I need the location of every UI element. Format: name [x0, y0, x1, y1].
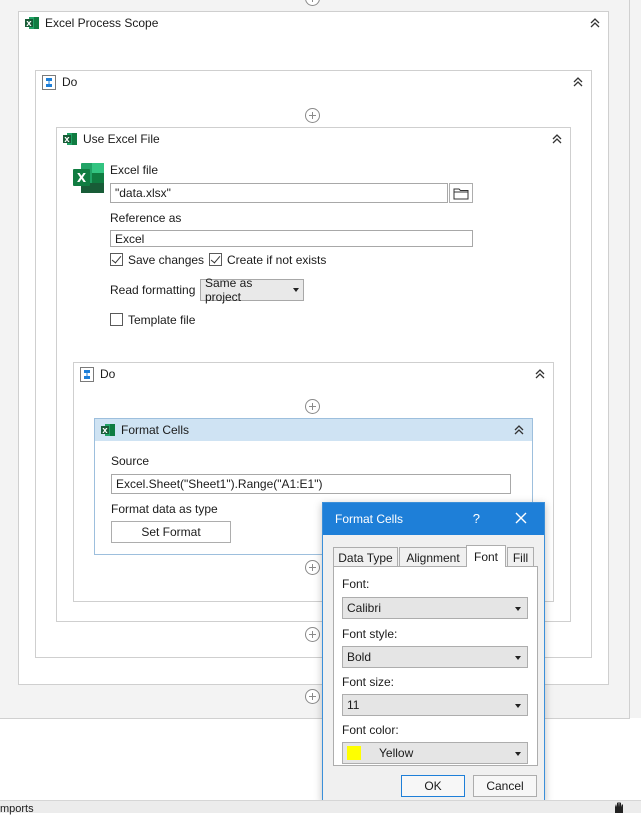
dialog-title-bar[interactable]: Format Cells [323, 503, 544, 535]
collapse-scope-icon[interactable] [588, 16, 602, 30]
excel-file-input[interactable]: "data.xlsx" [110, 183, 448, 203]
folder-icon [453, 188, 469, 199]
use-excel-file-header[interactable]: X Use Excel File [57, 128, 570, 150]
add-activity-icon[interactable] [305, 560, 320, 575]
format-cells-title: Format Cells [121, 423, 190, 437]
font-size-value: 11 [347, 698, 360, 712]
font-dropdown[interactable]: Calibri [342, 597, 528, 619]
font-style-label: Font style: [342, 627, 398, 641]
font-color-value: Yellow [379, 746, 414, 760]
reference-as-input[interactable]: Excel [110, 230, 473, 247]
font-color-label: Font color: [342, 723, 399, 737]
svg-text:X: X [64, 136, 70, 144]
cancel-button[interactable]: Cancel [473, 775, 537, 797]
save-changes-checkbox[interactable] [110, 253, 123, 266]
help-button[interactable]: ? [473, 511, 480, 526]
do-outer-title: Do [62, 75, 78, 89]
sequence-icon [80, 366, 94, 382]
font-size-label: Font size: [342, 675, 395, 689]
tab-alignment[interactable]: Alignment [399, 547, 467, 567]
hand-pan-icon[interactable] [612, 801, 626, 813]
svg-text:X: X [26, 20, 32, 28]
chevron-down-icon [515, 752, 521, 756]
excel-icon: X [25, 17, 39, 29]
browse-file-button[interactable] [449, 183, 473, 203]
excel-icon: X [101, 424, 115, 436]
add-activity-icon[interactable] [305, 689, 320, 704]
bottom-bar: mports [0, 800, 641, 815]
set-format-button[interactable]: Set Format [111, 521, 231, 543]
close-icon[interactable] [514, 511, 528, 525]
do-inner-title: Do [100, 367, 116, 381]
collapse-format-cells-icon[interactable] [512, 423, 526, 437]
do-outer-header[interactable]: Do [36, 71, 591, 93]
chevron-down-icon [515, 656, 521, 660]
add-activity-icon[interactable] [305, 399, 320, 414]
font-label: Font: [342, 577, 370, 591]
collapse-use-excel-icon[interactable] [550, 132, 564, 146]
tab-data-type[interactable]: Data Type [333, 547, 398, 567]
font-style-value: Bold [347, 650, 372, 664]
excel-icon: X [63, 133, 77, 145]
tab-font[interactable]: Font [466, 545, 506, 567]
reference-as-label: Reference as [110, 211, 182, 225]
font-value: Calibri [347, 601, 382, 615]
canvas-right-edge [629, 0, 630, 719]
excel-file-label: Excel file [110, 163, 159, 177]
use-excel-file-title: Use Excel File [83, 132, 160, 146]
dialog-title: Format Cells [335, 512, 404, 526]
imports-tab[interactable]: mports [0, 803, 34, 815]
font-color-dropdown[interactable]: Yellow [342, 742, 528, 764]
excel-process-scope-header[interactable]: X Excel Process Scope [19, 12, 608, 34]
font-tab-panel: Font: Calibri Font style: Bold Font size… [333, 566, 538, 766]
excel-large-icon: X [73, 163, 104, 193]
chevron-down-icon [515, 704, 521, 708]
color-swatch [347, 746, 361, 760]
font-size-dropdown[interactable]: 11 [342, 694, 528, 716]
ok-button[interactable]: OK [401, 775, 465, 797]
template-file-checkbox[interactable] [110, 313, 123, 326]
add-activity-icon[interactable] [305, 108, 320, 123]
do-inner-header[interactable]: Do [74, 363, 553, 385]
svg-text:X: X [77, 171, 87, 185]
format-cells-dialog[interactable]: Format Cells ? Data Type Alignment Font … [322, 502, 545, 802]
source-label: Source [111, 454, 150, 468]
collapse-do-inner-icon[interactable] [533, 367, 547, 381]
font-style-dropdown[interactable]: Bold [342, 646, 528, 668]
save-changes-label: Save changes [128, 253, 205, 267]
create-if-not-exists-label: Create if not exists [227, 253, 327, 267]
add-activity-icon[interactable] [305, 627, 320, 642]
read-formatting-dropdown[interactable]: Same as project [200, 276, 304, 304]
tab-fill[interactable]: Fill [507, 547, 534, 567]
excel-process-scope-title: Excel Process Scope [45, 16, 159, 30]
svg-text:X: X [102, 427, 108, 435]
read-formatting-value: Same as project [205, 276, 253, 304]
format-cells-header[interactable]: X Format Cells [95, 419, 532, 441]
source-input[interactable]: Excel.Sheet("Sheet1").Range("A1:E1") [111, 474, 511, 494]
read-formatting-label: Read formatting [110, 283, 196, 297]
template-file-label: Template file [128, 313, 196, 327]
create-if-not-exists-checkbox[interactable] [209, 253, 222, 266]
chevron-down-icon [515, 607, 521, 611]
chevron-down-icon [293, 288, 299, 292]
collapse-do-outer-icon[interactable] [571, 75, 585, 89]
sequence-icon [42, 74, 56, 90]
format-as-type-label: Format data as type [111, 502, 218, 516]
